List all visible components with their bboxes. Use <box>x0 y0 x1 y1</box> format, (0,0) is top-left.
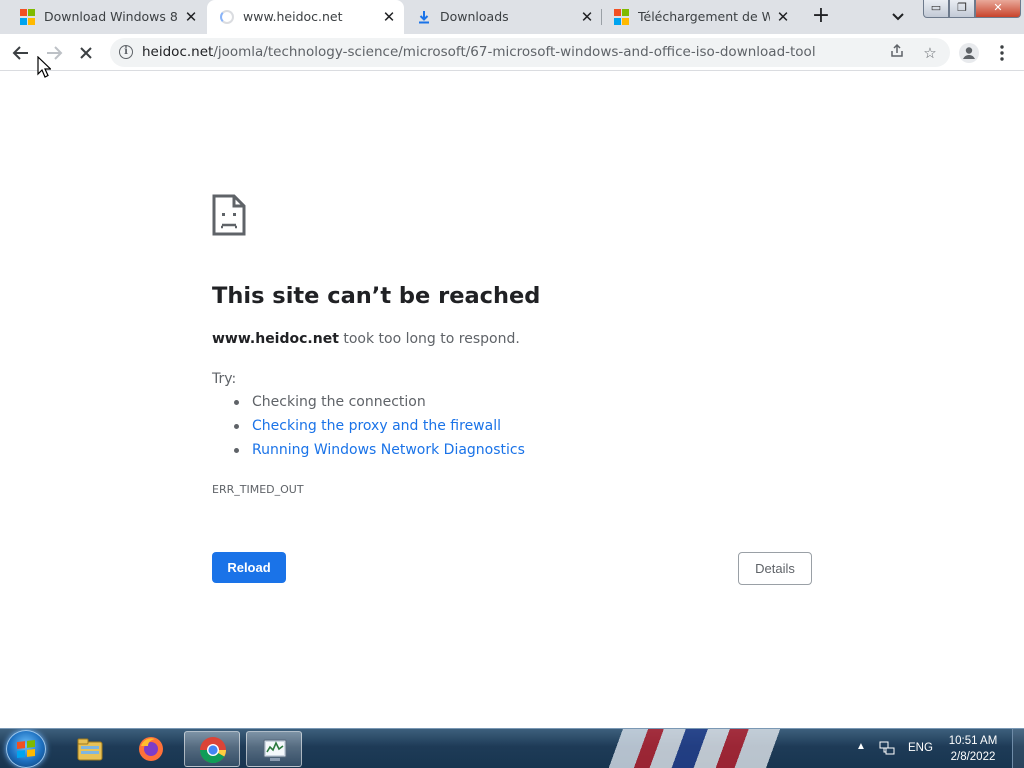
tab-title: Téléchargement de Windo <box>638 9 770 24</box>
share-icon[interactable] <box>887 43 907 63</box>
error-title: This site can’t be reached <box>212 283 541 309</box>
tab-downloads[interactable]: Downloads ✕ <box>404 0 600 34</box>
tab-title: www.heidoc.net <box>243 9 343 24</box>
windows-taskbar: ▲ ENG 10:51 AM 2/8/2022 <box>0 728 1024 768</box>
close-tab-icon[interactable]: ✕ <box>579 9 595 25</box>
windows-explorer-icon <box>77 738 103 761</box>
loading-spinner-icon <box>219 9 235 25</box>
system-clock[interactable]: 10:51 AM 2/8/2022 <box>938 733 1008 768</box>
close-window-button[interactable]: ✕ <box>975 0 1021 18</box>
wallpaper-peek <box>560 729 860 768</box>
windows-flag-icon <box>17 740 35 758</box>
suggestions-list: Checking the connection Checking the pro… <box>232 393 525 465</box>
minimize-button[interactable]: ▭ <box>923 0 949 18</box>
bookmark-star-icon[interactable]: ☆ <box>920 43 940 63</box>
maximize-button[interactable]: ❐ <box>949 0 975 18</box>
kebab-menu-icon <box>1000 45 1004 61</box>
address-bar[interactable]: i heidoc.net/joomla/technology-science/m… <box>110 38 950 67</box>
clock-date: 2/8/2022 <box>950 751 996 763</box>
error-description-text: took too long to respond. <box>338 331 520 347</box>
chrome-icon <box>199 737 227 764</box>
tab-heidoc[interactable]: www.heidoc.net ✕ <box>207 0 404 34</box>
stop-loading-button[interactable] <box>75 42 97 64</box>
tab-download-windows[interactable]: Download Windows 8.1 I ✕ <box>8 0 205 34</box>
download-icon <box>416 9 432 25</box>
reload-button[interactable]: Reload <box>212 552 286 583</box>
stop-x-icon <box>80 47 92 59</box>
mouse-cursor-icon <box>37 56 51 78</box>
show-desktop-button[interactable] <box>1012 729 1024 768</box>
close-tab-icon[interactable]: ✕ <box>381 9 397 25</box>
close-tab-icon[interactable]: ✕ <box>183 9 199 25</box>
back-arrow-icon <box>12 46 28 60</box>
microsoft-logo-icon <box>614 9 630 25</box>
browser-toolbar: i heidoc.net/joomla/technology-science/m… <box>0 34 1024 71</box>
url-host: heidoc.net <box>142 44 214 60</box>
details-button[interactable]: Details <box>738 552 812 585</box>
suggestion-network-diagnostics-link[interactable]: Running Windows Network Diagnostics <box>232 441 525 465</box>
profile-avatar[interactable] <box>958 42 980 64</box>
task-manager-icon <box>263 739 287 761</box>
taskbar-explorer[interactable] <box>62 731 118 767</box>
url-path: /joomla/technology-science/microsoft/67-… <box>213 44 816 60</box>
start-button[interactable] <box>6 730 46 768</box>
url-text[interactable]: heidoc.net/joomla/technology-science/mic… <box>142 44 816 61</box>
error-code: ERR_TIMED_OUT <box>212 483 304 496</box>
taskbar-firefox[interactable] <box>123 731 179 767</box>
taskbar-chrome[interactable] <box>184 731 240 767</box>
menu-button[interactable] <box>991 42 1013 64</box>
sad-page-icon <box>212 194 246 236</box>
info-icon[interactable]: i <box>119 45 133 59</box>
taskbar-task-manager[interactable] <box>246 731 302 767</box>
close-tab-icon[interactable]: ✕ <box>775 9 791 25</box>
tab-strip: Download Windows 8.1 I ✕ www.heidoc.net … <box>0 0 1024 34</box>
tab-telechargement[interactable]: Téléchargement de Windo ✕ <box>602 0 798 34</box>
tab-title: Downloads <box>440 9 509 24</box>
try-label: Try: <box>212 371 237 387</box>
error-page: This site can’t be reached www.heidoc.ne… <box>0 71 1024 728</box>
tab-title: Download Windows 8.1 I <box>44 9 178 24</box>
new-tab-button[interactable]: + <box>808 5 834 29</box>
language-indicator[interactable]: ENG <box>908 742 933 768</box>
error-host: www.heidoc.net <box>212 331 339 347</box>
back-button[interactable] <box>10 42 32 64</box>
firefox-icon <box>139 737 163 761</box>
clock-time: 10:51 AM <box>948 735 998 747</box>
profile-icon <box>959 43 979 63</box>
microsoft-logo-icon <box>20 9 36 25</box>
suggestion-check-proxy-link[interactable]: Checking the proxy and the firewall <box>232 417 525 441</box>
chevron-down-icon <box>892 13 904 21</box>
show-hidden-icons-button[interactable]: ▲ <box>856 741 866 768</box>
error-description: www.heidoc.net took too long to respond. <box>212 331 520 347</box>
tab-search-button[interactable] <box>888 8 908 26</box>
suggestion-check-connection: Checking the connection <box>232 393 525 417</box>
network-icon[interactable] <box>878 739 896 757</box>
